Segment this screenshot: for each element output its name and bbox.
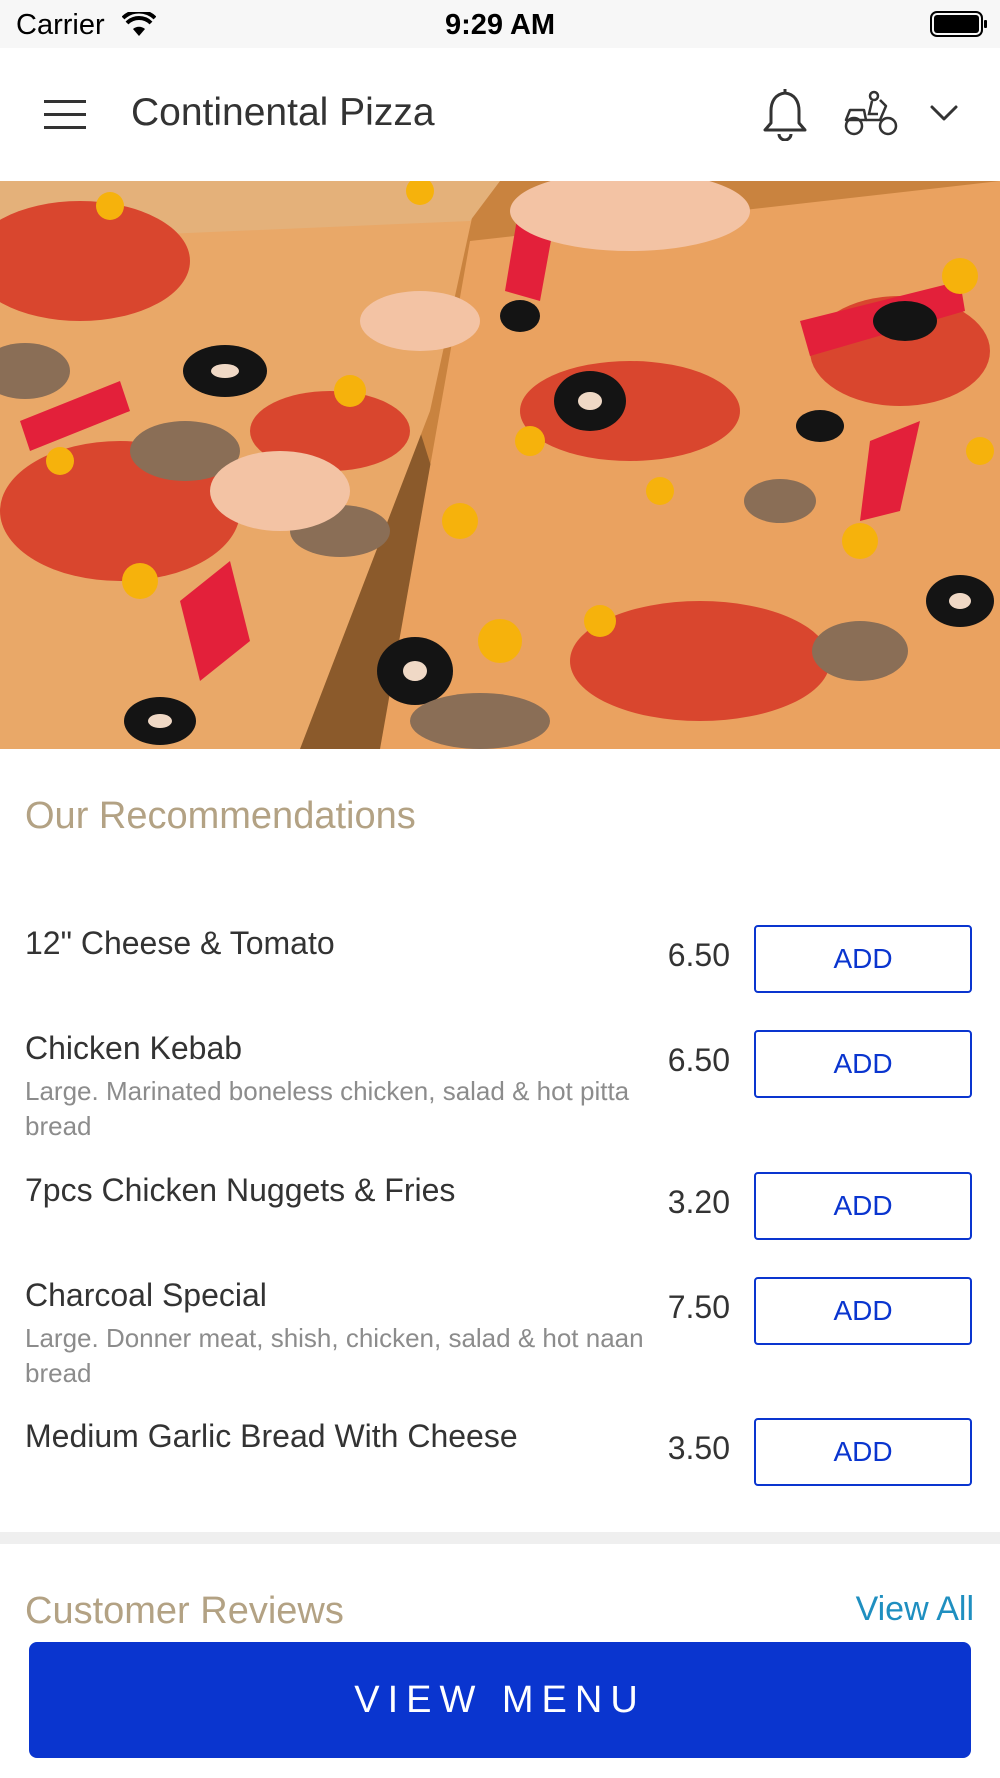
view-all-link[interactable]: View All	[856, 1590, 974, 1629]
item-name: Charcoal Special	[25, 1277, 267, 1313]
app-header: Continental Pizza	[0, 48, 1000, 180]
item-name: Medium Garlic Bread With Cheese	[25, 1418, 518, 1454]
status-bar: Carrier 9:29 AM	[0, 0, 1000, 48]
add-button[interactable]: ADD	[754, 1172, 972, 1240]
item-name: 12" Cheese & Tomato	[25, 925, 335, 961]
section-divider	[0, 1532, 1000, 1544]
status-time: 9:29 AM	[444, 9, 556, 41]
item-name: Chicken Kebab	[25, 1030, 243, 1066]
item-name: 7pcs Chicken Nuggets & Fries	[25, 1172, 456, 1208]
view-menu-button[interactable]: VIEW MENU	[29, 1642, 971, 1758]
item-price: 3.20	[667, 1184, 730, 1220]
add-button[interactable]: ADD	[754, 1418, 972, 1486]
add-button[interactable]: ADD	[754, 925, 972, 993]
add-button[interactable]: ADD	[754, 1277, 972, 1345]
item-description: Large. Marinated boneless chicken, salad…	[25, 1076, 630, 1141]
item-price: 7.50	[667, 1289, 730, 1325]
delivery-scooter-icon[interactable]	[842, 88, 900, 138]
hamburger-menu-icon[interactable]	[40, 96, 90, 134]
battery-icon	[930, 11, 987, 37]
pizza-illustration	[0, 181, 1000, 749]
hero-image	[0, 181, 1000, 749]
chevron-down-icon[interactable]	[926, 100, 962, 126]
bell-icon[interactable]	[760, 85, 810, 141]
recommendations-title: Our Recommendations	[25, 795, 416, 837]
page-title: Continental Pizza	[131, 91, 435, 134]
item-price: 6.50	[667, 1042, 730, 1078]
item-description: Large. Donner meat, shish, chicken, sala…	[25, 1323, 644, 1388]
add-button[interactable]: ADD	[754, 1030, 972, 1098]
reviews-title: Customer Reviews	[25, 1590, 344, 1632]
item-price: 6.50	[667, 937, 730, 973]
item-price: 3.50	[667, 1430, 730, 1466]
